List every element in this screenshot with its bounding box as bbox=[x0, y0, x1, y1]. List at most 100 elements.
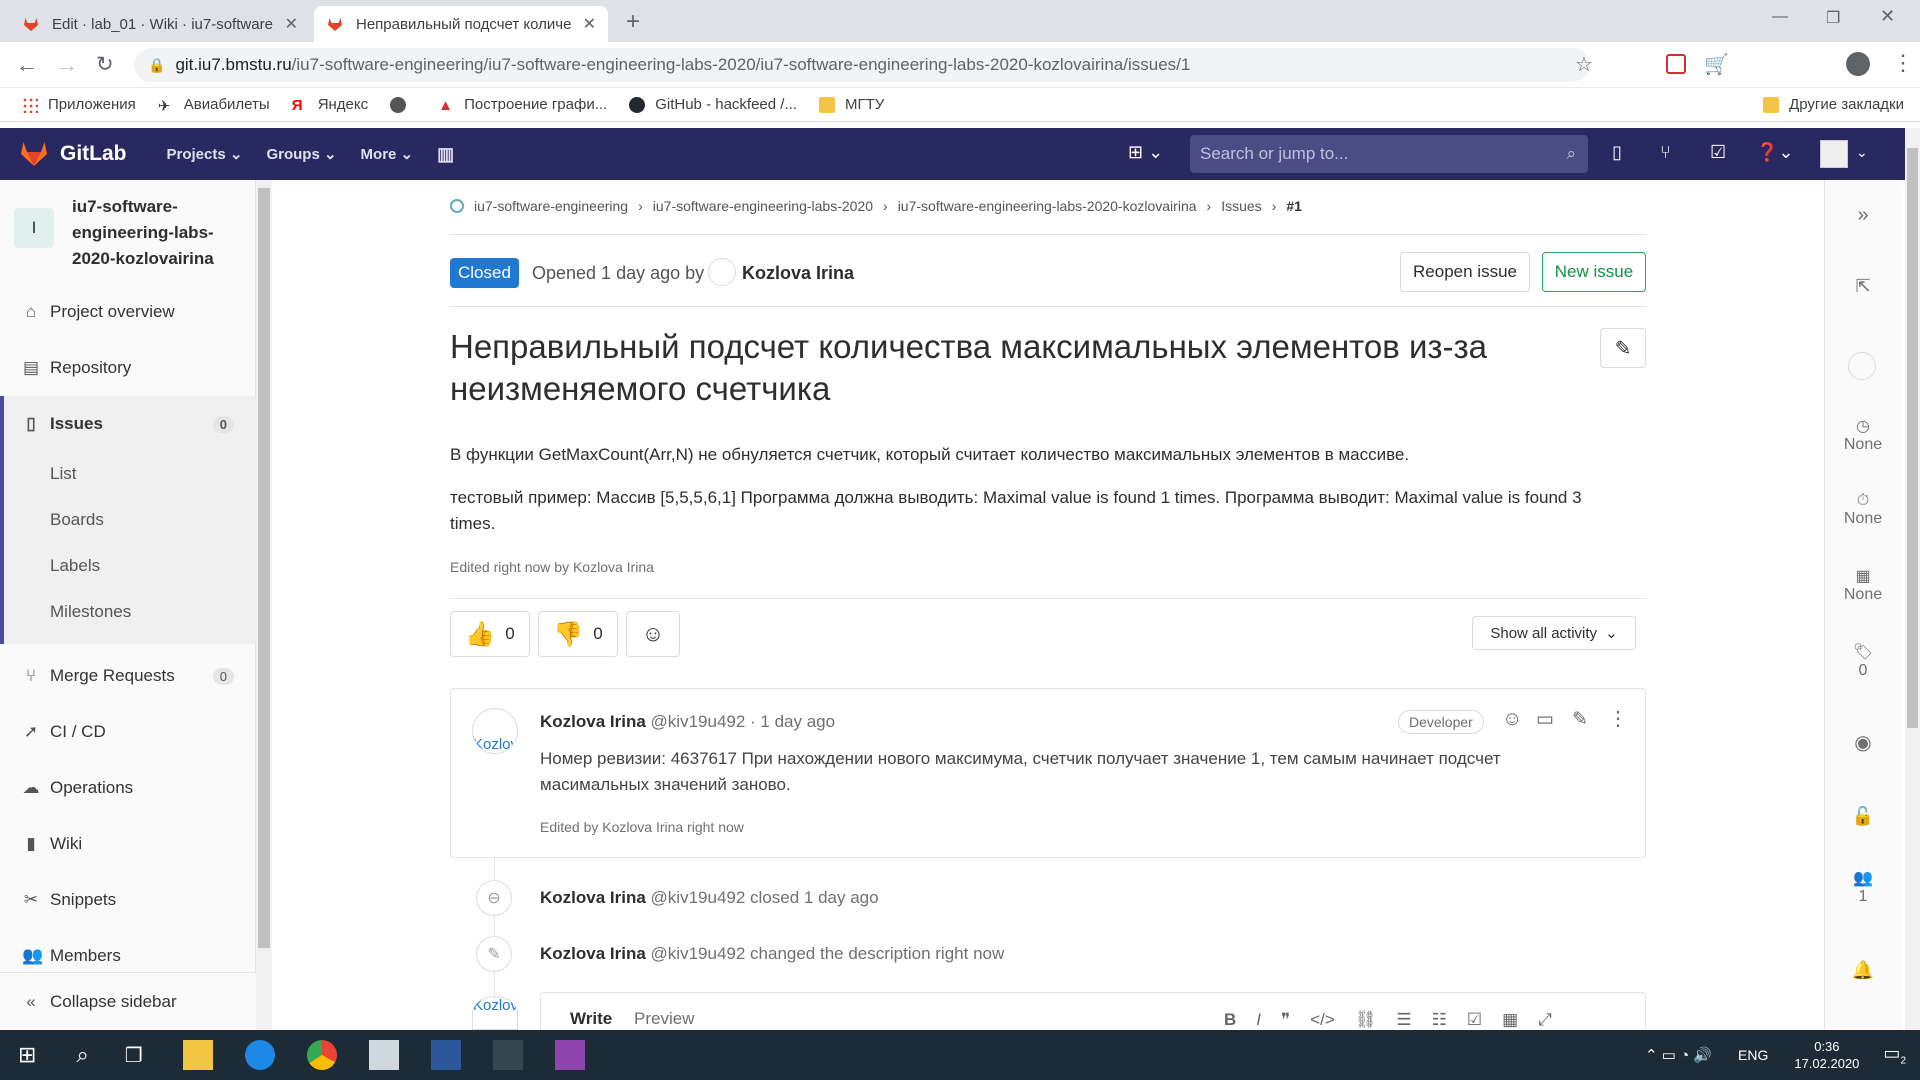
bookmark-item[interactable]: МГТУ bbox=[818, 96, 884, 113]
browser-tab-active[interactable]: Неправильный подсчет количе ✕ bbox=[314, 6, 608, 42]
bookmark-item[interactable]: ✈ Авиабилеты bbox=[158, 96, 270, 115]
thumbs-down-button[interactable]: 👎 0 bbox=[538, 611, 618, 657]
collapse-sidebar-button[interactable]: «Collapse sidebar bbox=[0, 972, 256, 1030]
time-tracking-block[interactable]: ⏱ None bbox=[1824, 492, 1902, 528]
sidebar-item-members[interactable]: 👥 Members bbox=[0, 942, 256, 970]
reload-icon[interactable]: ↻ bbox=[96, 52, 114, 77]
new-dropdown-icon[interactable]: ⊞ ⌄ bbox=[1128, 142, 1163, 163]
gitlab-brand[interactable]: GitLab bbox=[60, 142, 127, 166]
project-name[interactable]: iu7-software-engineering-labs-2020-kozlo… bbox=[72, 194, 242, 272]
bookmark-item[interactable]: ▲ Построение графи... bbox=[438, 96, 607, 114]
bookmark-item[interactable]: Я Яндекс bbox=[292, 96, 368, 114]
close-tab-icon[interactable]: ✕ bbox=[583, 14, 596, 34]
notepad-icon[interactable] bbox=[368, 1040, 399, 1070]
table-icon[interactable]: ▦ bbox=[1502, 1010, 1518, 1030]
file-explorer-icon[interactable] bbox=[182, 1040, 213, 1070]
add-reaction-icon[interactable]: ☺ bbox=[1502, 708, 1522, 731]
clock[interactable]: 0:36 17.02.2020 bbox=[1794, 1038, 1859, 1072]
sidebar-item-wiki[interactable]: ▮ Wiki bbox=[0, 830, 256, 858]
sidebar-scrollbar[interactable] bbox=[256, 180, 272, 1030]
edit-comment-icon[interactable]: ✎ bbox=[1572, 708, 1588, 731]
thumbs-up-button[interactable]: 👍 0 bbox=[450, 611, 530, 657]
sidebar-subitem-labels[interactable]: Labels bbox=[50, 556, 100, 576]
italic-icon[interactable]: I bbox=[1256, 1010, 1261, 1030]
comment-avatar[interactable]: Kozlov bbox=[472, 708, 518, 754]
user-avatar[interactable] bbox=[1820, 140, 1848, 168]
sidebar-item-ci-cd[interactable]: ➚ CI / CD bbox=[0, 718, 256, 746]
breadcrumb-link[interactable]: iu7-software-engineering bbox=[474, 198, 628, 214]
note-author[interactable]: Kozlova Irina bbox=[540, 888, 646, 907]
chrome-menu-icon[interactable]: ⋮ bbox=[1892, 50, 1914, 76]
extension-icon[interactable] bbox=[1666, 54, 1686, 74]
nav-more[interactable]: More ⌄ bbox=[361, 145, 414, 163]
chrome-icon[interactable] bbox=[306, 1040, 337, 1070]
note-author[interactable]: Kozlova Irina bbox=[540, 944, 646, 963]
merge-requests-nav-icon[interactable]: ⑂ bbox=[1660, 142, 1671, 163]
task-list-icon[interactable]: ☑ bbox=[1467, 1010, 1482, 1030]
sidebar-item-issues[interactable]: ▯ Issues 0 bbox=[0, 410, 256, 438]
activity-chart-icon[interactable]: ▥ bbox=[437, 144, 454, 165]
quote-icon[interactable]: ❞ bbox=[1281, 1010, 1290, 1030]
help-icon[interactable]: ❓⌄ bbox=[1756, 142, 1794, 163]
notification-center-icon[interactable]: ▭2 bbox=[1883, 1043, 1906, 1067]
author-avatar[interactable] bbox=[708, 258, 736, 286]
more-actions-icon[interactable]: ⋮ bbox=[1608, 706, 1628, 731]
cart-extension-icon[interactable]: 🛒 bbox=[1704, 52, 1729, 77]
word-icon[interactable] bbox=[430, 1040, 461, 1070]
issues-nav-icon[interactable]: ▯ bbox=[1612, 142, 1622, 163]
fullscreen-icon[interactable]: ⤢ bbox=[1538, 1010, 1552, 1030]
sidebar-subitem-milestones[interactable]: Milestones bbox=[50, 602, 131, 622]
eye-icon[interactable]: ◉ bbox=[1824, 730, 1902, 755]
reply-icon[interactable]: ▭ bbox=[1536, 708, 1554, 731]
task-view-icon[interactable]: ❐ bbox=[125, 1043, 143, 1068]
lock-unlocked-icon[interactable]: 🔓 bbox=[1824, 806, 1902, 827]
comment-author[interactable]: Kozlova Irina bbox=[540, 712, 646, 731]
expand-sidebar-icon[interactable]: » bbox=[1824, 204, 1902, 227]
sidebar-subitem-list[interactable]: List bbox=[50, 464, 76, 484]
code-icon[interactable]: </> bbox=[1310, 1010, 1335, 1030]
sidebar-item-operations[interactable]: ☁ Operations bbox=[0, 774, 256, 802]
edit-title-button[interactable]: ✎ bbox=[1600, 328, 1646, 368]
bookmark-item[interactable]: GitHub - hackfeed /... bbox=[629, 96, 797, 113]
project-avatar[interactable]: I bbox=[14, 208, 54, 248]
close-window-icon[interactable]: ✕ bbox=[1880, 6, 1895, 27]
edge-icon[interactable] bbox=[244, 1040, 275, 1070]
minimize-icon[interactable]: — bbox=[1772, 8, 1788, 26]
bold-icon[interactable]: B bbox=[1224, 1010, 1236, 1030]
sidebar-item-snippets[interactable]: ✂ Snippets bbox=[0, 886, 256, 914]
tray-icons[interactable]: ⌃ ▭ ◔ 🔊 bbox=[1645, 1046, 1712, 1064]
search-input[interactable]: Search or jump to... ⌕ bbox=[1190, 135, 1588, 173]
devcpp-icon[interactable] bbox=[492, 1040, 523, 1070]
link-icon[interactable]: ⛓ bbox=[1355, 1010, 1377, 1030]
browser-tab[interactable]: Edit · lab_01 · Wiki · iu7-software ✕ bbox=[10, 6, 310, 42]
assignee-avatar[interactable] bbox=[1848, 352, 1876, 380]
labels-block[interactable]: 🏷 0 bbox=[1824, 642, 1902, 680]
preview-tab[interactable]: Preview bbox=[634, 1009, 694, 1029]
sidebar-item-repository[interactable]: ▤ Repository bbox=[0, 354, 256, 382]
mathcad-icon[interactable] bbox=[554, 1040, 585, 1070]
sidebar-subitem-boards[interactable]: Boards bbox=[50, 510, 104, 530]
chevron-down-icon[interactable]: ⌄ bbox=[1856, 144, 1868, 161]
url-bar[interactable]: 🔒 git.iu7.bmstu.ru /iu7-software-enginee… bbox=[134, 48, 1590, 82]
page-scrollbar[interactable] bbox=[1905, 128, 1920, 1030]
close-tab-icon[interactable]: ✕ bbox=[285, 14, 298, 34]
add-reaction-button[interactable]: ☺ bbox=[626, 611, 680, 657]
new-issue-button[interactable]: New issue bbox=[1542, 252, 1646, 292]
bullet-list-icon[interactable]: ☰ bbox=[1396, 1010, 1411, 1030]
nav-groups[interactable]: Groups ⌄ bbox=[266, 145, 336, 163]
profile-avatar-icon[interactable] bbox=[1846, 52, 1870, 76]
back-icon[interactable]: ← bbox=[16, 52, 38, 78]
breadcrumb-link[interactable]: iu7-software-engineering-labs-2020-kozlo… bbox=[898, 198, 1197, 214]
write-tab[interactable]: Write bbox=[570, 1009, 612, 1029]
bookmark-item[interactable] bbox=[390, 96, 416, 113]
breadcrumb-link[interactable]: iu7-software-engineering-labs-2020 bbox=[653, 198, 873, 214]
todo-add-icon[interactable]: ⇱ bbox=[1824, 276, 1902, 297]
author-name[interactable]: Kozlova Irina bbox=[742, 263, 854, 284]
bookmark-item[interactable]: Приложения bbox=[22, 96, 136, 113]
numbered-list-icon[interactable]: ☷ bbox=[1432, 1010, 1447, 1030]
nav-projects[interactable]: Projects ⌄ bbox=[167, 145, 243, 163]
activity-filter-dropdown[interactable]: Show all activity ⌄ bbox=[1472, 616, 1636, 650]
bookmark-star-icon[interactable]: ☆ bbox=[1575, 52, 1593, 77]
reopen-issue-button[interactable]: Reopen issue bbox=[1400, 252, 1530, 292]
maximize-icon[interactable]: ❐ bbox=[1826, 8, 1840, 28]
